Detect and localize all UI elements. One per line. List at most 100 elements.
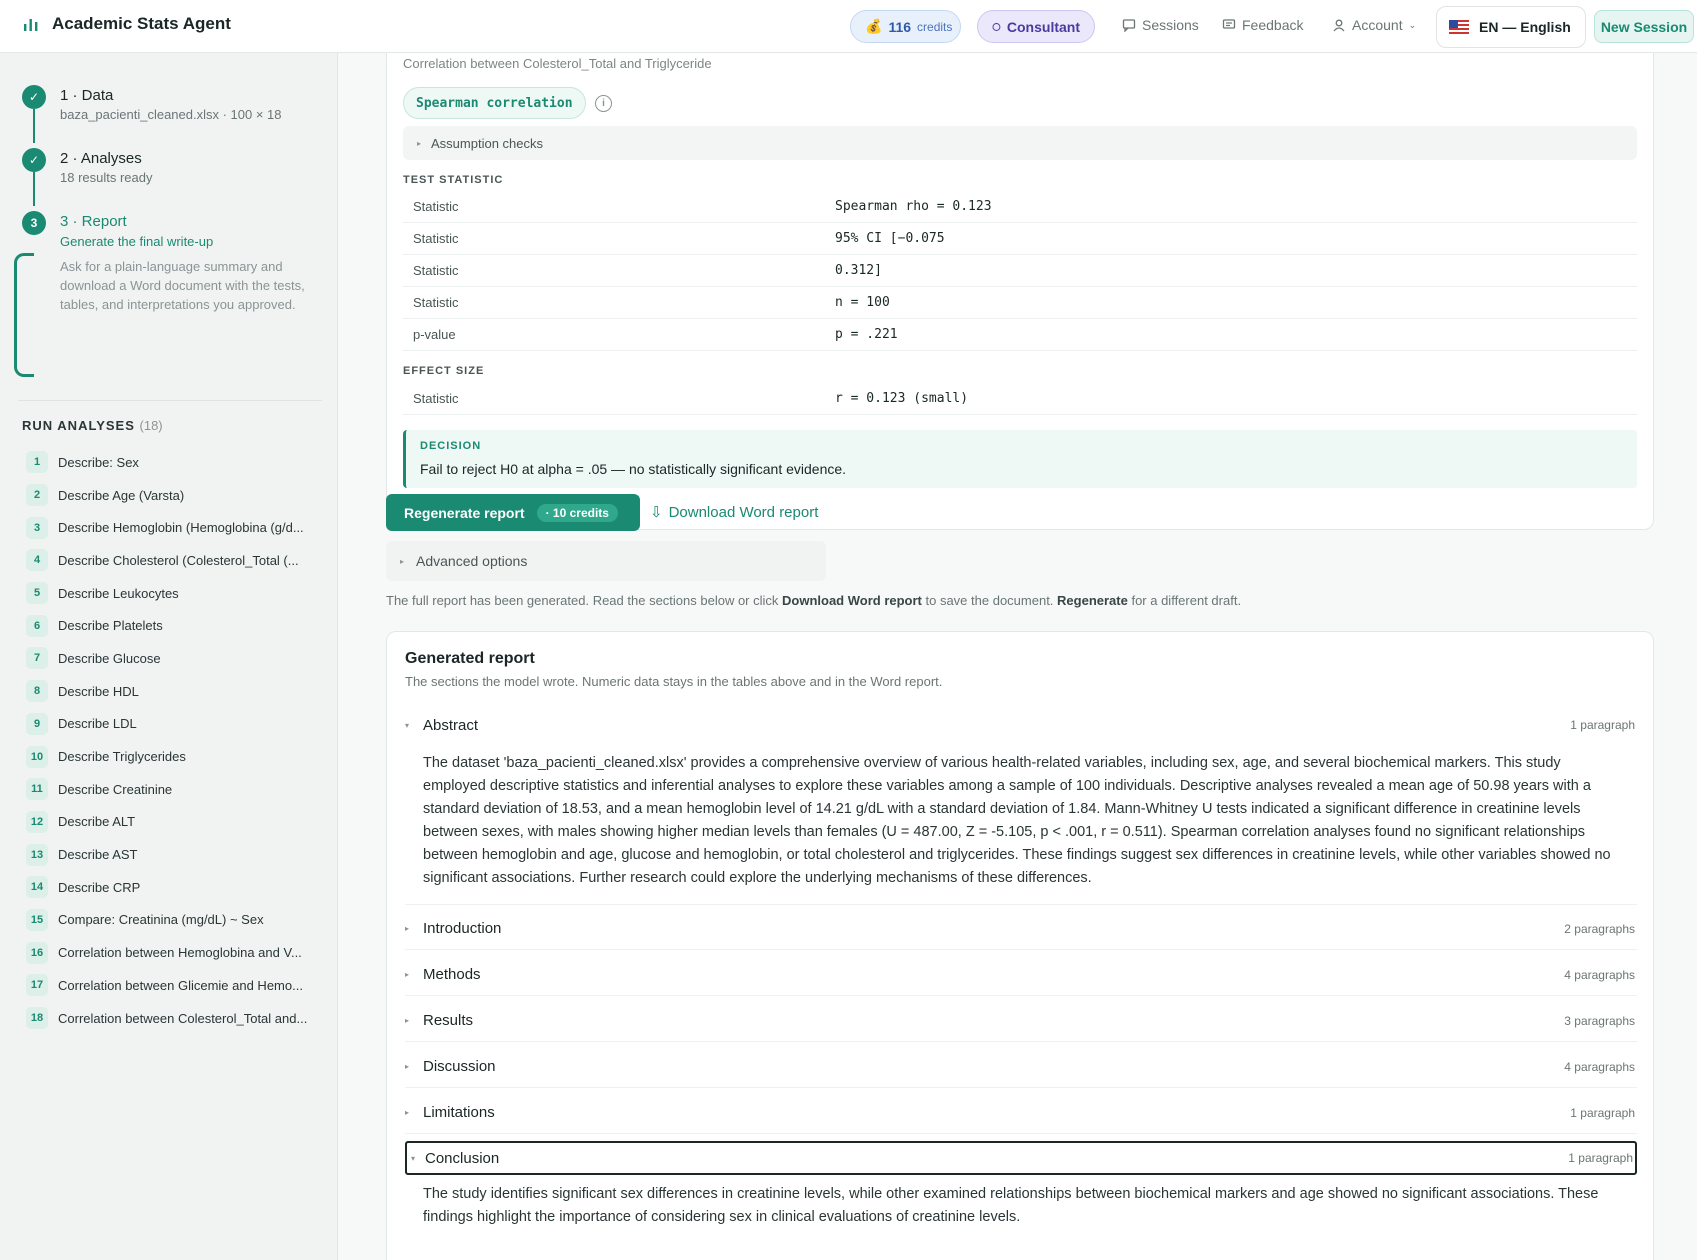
list-item[interactable]: 13 Describe AST bbox=[26, 838, 326, 871]
app-title: Academic Stats Agent bbox=[52, 14, 231, 33]
section-limitations: ▸ Limitations 1 paragraph bbox=[405, 1092, 1637, 1134]
item-number: 3 bbox=[26, 516, 48, 539]
section-discussion: ▸ Discussion 4 paragraphs bbox=[405, 1046, 1637, 1088]
run-count: (18) bbox=[139, 418, 163, 433]
item-label: Describe Cholesterol (Colesterol_Total (… bbox=[58, 552, 299, 568]
item-label: Describe AST bbox=[58, 847, 138, 863]
accordion-header[interactable]: ▸ Results 3 paragraphs bbox=[405, 1000, 1637, 1042]
list-item[interactable]: 12 Describe ALT bbox=[26, 806, 326, 839]
stat-row: Statistic n = 100 bbox=[403, 287, 1637, 319]
list-item[interactable]: 15 Compare: Creatinina (mg/dL) ~ Sex bbox=[26, 904, 326, 937]
stat-name: Statistic bbox=[413, 263, 459, 278]
list-item[interactable]: 8 Describe HDL bbox=[26, 675, 326, 708]
message-icon bbox=[1122, 19, 1136, 32]
new-session-button[interactable]: New Session bbox=[1594, 10, 1694, 43]
regenerate-report-button[interactable]: Regenerate report · 10 credits bbox=[386, 494, 640, 531]
item-label: Compare: Creatinina (mg/dL) ~ Sex bbox=[58, 912, 264, 928]
list-item[interactable]: 9 Describe LDL bbox=[26, 708, 326, 741]
item-number: 4 bbox=[26, 549, 48, 572]
paragraph-count: 1 paragraph bbox=[1568, 1151, 1633, 1165]
download-icon: ⇩ bbox=[650, 504, 663, 521]
feedback-icon bbox=[1222, 19, 1236, 29]
section-title: Methods bbox=[423, 966, 481, 983]
note-text: The full report has been generated. Read… bbox=[386, 593, 783, 608]
list-item[interactable]: 7 Describe Glucose bbox=[26, 642, 326, 675]
coin-bag-icon: 💰 bbox=[865, 18, 883, 34]
section-title: Discussion bbox=[423, 1058, 496, 1075]
section-conclusion: ▾ Conclusion 1 paragraph The study ident… bbox=[405, 1141, 1637, 1243]
advanced-options-toggle[interactable]: ▸ Advanced options bbox=[386, 541, 826, 581]
accordion-header[interactable]: ▸ Limitations 1 paragraph bbox=[405, 1092, 1637, 1134]
stat-value: r = 0.123 (small) bbox=[835, 391, 969, 406]
accordion-header[interactable]: ▸ Introduction 2 paragraphs bbox=[405, 908, 1637, 950]
sessions-link[interactable]: Sessions bbox=[1122, 17, 1199, 33]
list-item[interactable]: 14 Describe CRP bbox=[26, 871, 326, 904]
feedback-link[interactable]: Feedback bbox=[1222, 17, 1303, 33]
chevron-down-icon: ⌄ bbox=[1408, 19, 1417, 30]
note-text: to save the document. bbox=[921, 593, 1058, 608]
caret-right-icon: ▸ bbox=[405, 1108, 410, 1117]
stat-row: Statistic r = 0.123 (small) bbox=[403, 383, 1637, 415]
decision-box: DECISION Fail to reject H0 at alpha = .0… bbox=[403, 430, 1637, 488]
list-item[interactable]: 4 Describe Cholesterol (Colesterol_Total … bbox=[26, 544, 326, 577]
stat-value: Spearman rho = 0.123 bbox=[835, 199, 992, 214]
download-label: Download Word report bbox=[668, 503, 819, 521]
item-label: Correlation between Colesterol_Total and… bbox=[58, 1010, 308, 1026]
list-item[interactable]: 3 Describe Hemoglobin (Hemoglobina (g/d..… bbox=[26, 511, 326, 544]
list-item[interactable]: 18 Correlation between Colesterol_Total a… bbox=[26, 1002, 326, 1035]
section-title: Abstract bbox=[423, 716, 479, 734]
check-icon: ✓ bbox=[22, 148, 46, 172]
paragraph-count: 4 paragraphs bbox=[1564, 967, 1635, 982]
credits-badge[interactable]: 💰 116 credits bbox=[850, 10, 961, 43]
credits-unit: credits bbox=[917, 19, 953, 34]
info-icon[interactable]: i bbox=[595, 95, 612, 112]
brand[interactable]: Academic Stats Agent bbox=[22, 14, 231, 34]
note-bold: Regenerate bbox=[1057, 593, 1128, 608]
list-item[interactable]: 1 Describe: Sex bbox=[26, 446, 326, 479]
stat-name: Statistic bbox=[413, 199, 459, 214]
run-analyses-list: 1 Describe: Sex 2 Describe Age (Varsta) 3D… bbox=[26, 446, 326, 1034]
assumption-checks-toggle[interactable]: ▸ Assumption checks bbox=[403, 126, 1637, 160]
item-number: 8 bbox=[26, 680, 48, 703]
list-item[interactable]: 10 Describe Triglycerides bbox=[26, 740, 326, 773]
list-item[interactable]: 16 Correlation between Hemoglobina and V.… bbox=[26, 936, 326, 969]
section-title: Limitations bbox=[423, 1104, 495, 1121]
section-introduction: ▸ Introduction 2 paragraphs bbox=[405, 908, 1637, 950]
accordion-header[interactable]: ▾ Conclusion 1 paragraph bbox=[405, 1141, 1637, 1175]
step-subtitle: Generate the final write-up bbox=[60, 234, 214, 249]
caret-right-icon: ▸ bbox=[405, 970, 410, 979]
accordion-header[interactable]: ▸ Discussion 4 paragraphs bbox=[405, 1046, 1637, 1088]
item-label: Describe Triglycerides bbox=[58, 749, 186, 765]
step-description: Ask for a plain-language summary and dow… bbox=[60, 259, 305, 312]
stat-name: Statistic bbox=[413, 231, 459, 246]
item-label: Describe Age (Varsta) bbox=[58, 487, 185, 503]
report-status-note: The full report has been generated. Read… bbox=[386, 593, 1241, 608]
list-item[interactable]: 5 Describe Leukocytes bbox=[26, 577, 326, 610]
run-analyses-heading: RUN ANALYSES (18) bbox=[22, 418, 163, 433]
sidebar: ✓ 1 · Data baza_pacienti_cleaned.xlsx · … bbox=[0, 53, 338, 1260]
decision-text: Fail to reject H0 at alpha = .05 — no st… bbox=[420, 461, 847, 477]
step-connector bbox=[33, 109, 35, 143]
accordion-header[interactable]: ▾ Abstract 1 paragraph bbox=[405, 704, 1637, 746]
list-item[interactable]: 11 Describe Creatinine bbox=[26, 773, 326, 806]
step-subtitle: baza_pacienti_cleaned.xlsx · 100 × 18 bbox=[60, 107, 282, 122]
run-heading-label: RUN ANALYSES bbox=[22, 418, 135, 433]
stat-row: Statistic Spearman rho = 0.123 bbox=[403, 191, 1637, 223]
account-menu[interactable]: Account ⌄ bbox=[1332, 17, 1416, 33]
download-word-link[interactable]: ⇩ Download Word report bbox=[650, 503, 819, 522]
accordion-header[interactable]: ▸ Methods 4 paragraphs bbox=[405, 954, 1637, 996]
list-item[interactable]: 6 Describe Platelets bbox=[26, 609, 326, 642]
result-title: Correlation between Colesterol_Total and… bbox=[403, 56, 712, 71]
caret-down-icon: ▾ bbox=[411, 1153, 416, 1163]
consultant-button[interactable]: Consultant bbox=[977, 10, 1095, 43]
list-item[interactable]: 2 Describe Age (Varsta) bbox=[26, 479, 326, 512]
user-icon bbox=[1333, 19, 1345, 32]
item-label: Describe ALT bbox=[58, 814, 136, 830]
test-type-chip: Spearman correlation bbox=[403, 87, 586, 119]
item-number: 9 bbox=[26, 712, 48, 735]
item-number: 12 bbox=[26, 810, 48, 833]
list-item[interactable]: 17 Correlation between Glicemie and Hemo.… bbox=[26, 969, 326, 1002]
check-icon: ✓ bbox=[22, 85, 46, 109]
language-selector[interactable]: EN — English bbox=[1436, 6, 1586, 48]
stat-row: Statistic 0.312] bbox=[403, 255, 1637, 287]
